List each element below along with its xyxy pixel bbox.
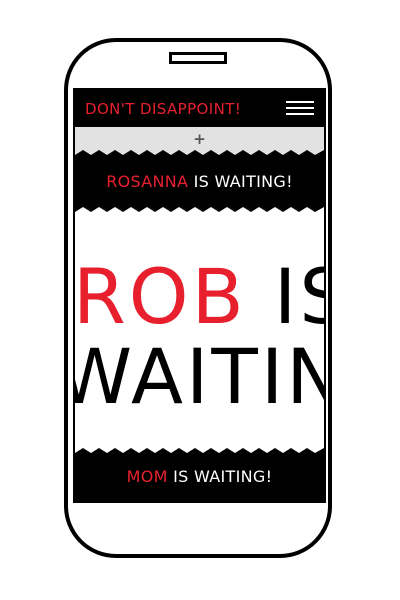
plus-icon: + (193, 130, 206, 148)
waiting-banner-mom[interactable]: MOM IS WAITING! (75, 467, 324, 486)
featured-text-line2: WAITING (75, 332, 324, 421)
banner-name: ROSANNA (106, 172, 189, 191)
featured-text: IS (273, 252, 324, 341)
featured-name: ROB (75, 252, 247, 341)
app-title: DON'T DISAPPOINT! (85, 100, 242, 118)
mockup-canvas: DON'T DISAPPOINT! + ROSANNA IS WAITING! … (0, 0, 400, 600)
featured-line-2: WAITING (75, 339, 324, 415)
phone-screen: DON'T DISAPPOINT! + ROSANNA IS WAITING! … (73, 88, 326, 503)
menu-icon-line (286, 101, 314, 103)
phone-speaker (169, 52, 227, 64)
zigzag-edge (75, 202, 324, 212)
banner-name: MOM (126, 467, 168, 486)
zigzag-edge (75, 150, 324, 160)
menu-icon-line (286, 113, 314, 115)
hamburger-menu-icon[interactable] (286, 101, 314, 117)
waiting-banner-rosanna[interactable]: ROSANNA IS WAITING! (75, 172, 324, 191)
menu-icon-line (286, 107, 314, 109)
banner-text: IS WAITING! (188, 172, 293, 191)
featured-line-1: ROB IS (75, 259, 324, 335)
zigzag-edge (75, 448, 324, 458)
banner-text: IS WAITING! (167, 467, 273, 486)
featured-waiting-card[interactable]: ROB IS WAITING (75, 207, 324, 453)
app-header: DON'T DISAPPOINT! (75, 90, 324, 127)
